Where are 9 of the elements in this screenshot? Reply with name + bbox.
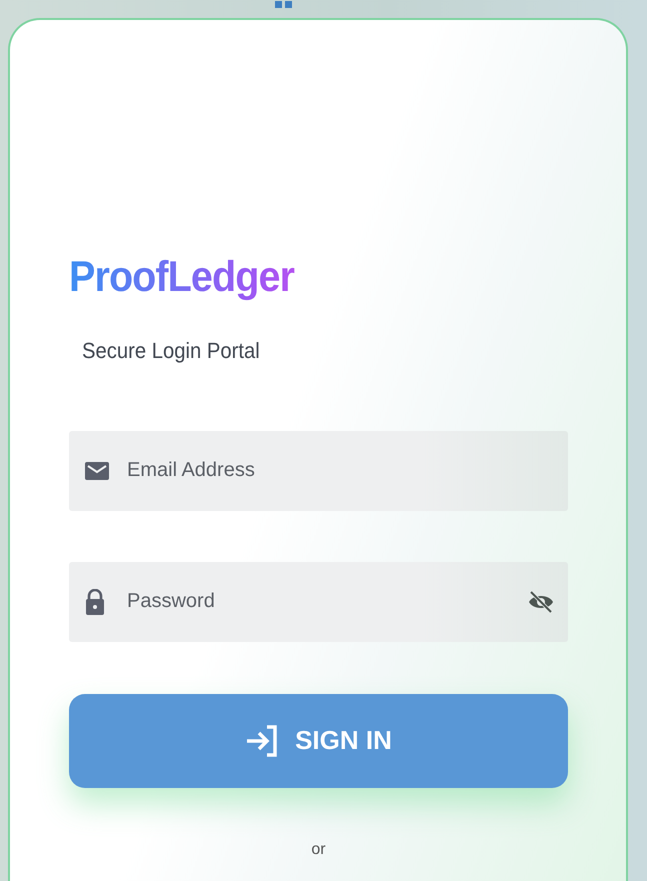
password-field[interactable]: Password bbox=[69, 562, 568, 642]
email-field[interactable]: Email Address bbox=[69, 430, 568, 511]
lock-icon bbox=[85, 588, 105, 615]
hidden-eye-icon[interactable] bbox=[528, 590, 554, 614]
envelope-icon bbox=[85, 460, 109, 481]
dots-icon bbox=[274, 0, 292, 8]
divider-text: or bbox=[311, 840, 326, 860]
sign-in-button[interactable]: SIGN IN bbox=[69, 694, 568, 788]
subtitle: Secure Login Portal bbox=[82, 336, 260, 365]
